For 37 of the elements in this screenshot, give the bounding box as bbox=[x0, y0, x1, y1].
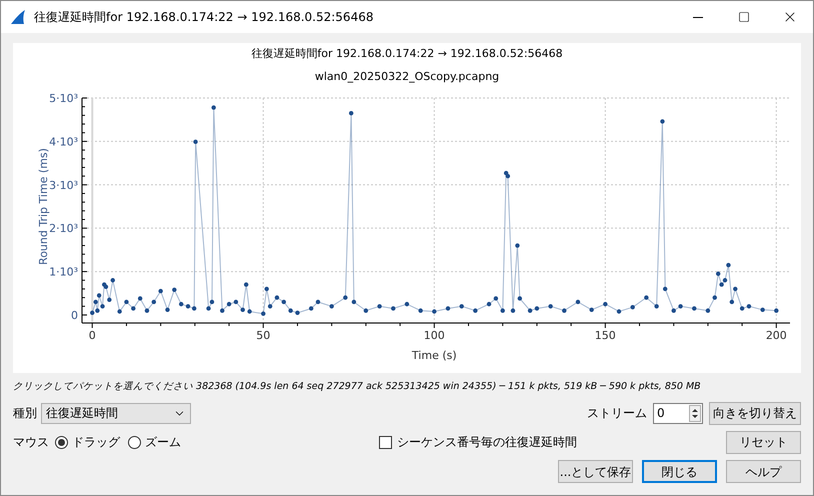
status-text: クリックしてパケットを選んでください 382368 (104.9s len 64 seq 272977 ack 525313425 win 24355) ─ 151 k pkts, 519 kB ─ 590 k pkts, 850 MB bbox=[13, 380, 702, 394]
dialog-button[interactable]: 閉じる bbox=[642, 460, 717, 484]
radio-label: ズーム bbox=[145, 434, 181, 452]
y-axis-label: Round Trip Time (ms) bbox=[37, 148, 50, 265]
x-tick-label: 200 bbox=[766, 329, 787, 342]
plot-subtitle: wlan0_20250322_OScopy.pcapng bbox=[314, 68, 500, 85]
spin-arrows-icon bbox=[689, 404, 701, 422]
type-dropdown[interactable]: 往復遅延時間 bbox=[41, 402, 191, 424]
maximize-icon bbox=[738, 11, 750, 23]
radio-label: ドラッグ bbox=[72, 434, 120, 452]
x-tick-label: 100 bbox=[424, 329, 445, 342]
window-title: 往復遅延時間for 192.168.0.174:22 → 192.168.0.52:56468 bbox=[34, 9, 374, 26]
dialog-button[interactable]: リセット bbox=[726, 430, 801, 454]
radio-button[interactable] bbox=[55, 436, 68, 449]
x-tick-label: 150 bbox=[594, 329, 616, 342]
x-tick-label: 0 bbox=[88, 329, 96, 342]
checkbox-label: シーケンス番号毎の往復遅延時間 bbox=[397, 434, 577, 452]
y-tick-label: 5·10³ bbox=[49, 92, 78, 105]
plot-title: 往復遅延時間for 192.168.0.174:22 → 192.168.0.52:56468 bbox=[251, 46, 563, 62]
y-tick-label: 4·10³ bbox=[49, 135, 78, 148]
stream-label: ストリーム bbox=[587, 405, 647, 422]
type-label: 種別 bbox=[13, 405, 37, 422]
dialog-button[interactable]: ヘルプ bbox=[726, 460, 801, 484]
y-tick-label: 1·10³ bbox=[49, 266, 78, 279]
x-axis-label: Time (s) bbox=[412, 349, 457, 362]
minimize-icon bbox=[693, 16, 703, 18]
y-tick-label: 0 bbox=[71, 308, 78, 322]
dialog-button[interactable]: 向きを切り替え bbox=[709, 402, 801, 425]
dialog-button[interactable]: ...として保存 bbox=[558, 460, 633, 484]
checkbox[interactable] bbox=[379, 436, 392, 449]
y-tick-label: 3·10³ bbox=[49, 178, 78, 192]
stream-spinbox[interactable]: 0 bbox=[653, 402, 703, 424]
shark-fin-icon bbox=[10, 9, 26, 25]
mouse-label: マウス bbox=[13, 434, 49, 452]
y-tick-label: 2·10³ bbox=[49, 222, 78, 236]
radio-button[interactable] bbox=[128, 436, 141, 449]
x-tick-label: 50 bbox=[256, 329, 270, 342]
